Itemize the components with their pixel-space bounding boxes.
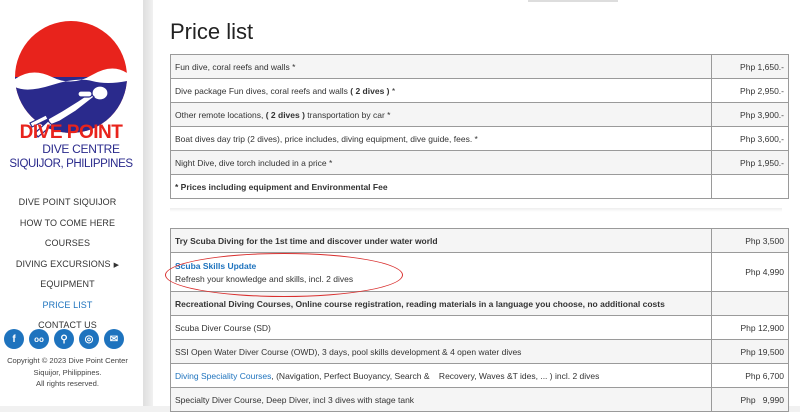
nav-item-how-to-come-here[interactable]: HOW TO COME HERE <box>0 213 135 234</box>
table-cell-desc: Fun dive, coral reefs and walls * <box>170 54 712 79</box>
desc-text: transportation by car * <box>304 109 391 120</box>
table-cell-desc: Other remote locations, ( 2 dives ) tran… <box>170 102 712 127</box>
table-cell-price: Php 4,990 <box>711 252 789 292</box>
sidebar-shadow <box>143 0 153 406</box>
table-cell-price: Php 9,990 <box>711 387 789 412</box>
table-cell-price: Php 19,500 <box>711 339 789 364</box>
logo-location: SIQUIJOR, PHILIPPINES <box>9 158 133 170</box>
main-nav: DIVE POINT SIQUIJOR HOW TO COME HERE COU… <box>0 192 135 336</box>
nav-label: COURSES <box>44 238 91 248</box>
desc-bold: ( 2 dives ) <box>265 109 305 120</box>
nav-item-diving-excursions[interactable]: DIVING EXCURSIONS ▶ <box>0 254 135 275</box>
logo-subtitle: DIVE CENTRE <box>42 142 120 156</box>
table-cell-desc: * Prices including equipment and Environ… <box>170 174 712 199</box>
table-row: Try Scuba Diving for the 1st time and di… <box>170 228 789 253</box>
table-cell-desc: SSI Open Water Diver Course (OWD), 3 day… <box>170 339 712 364</box>
nav-label: DIVING EXCURSIONS <box>15 258 111 269</box>
table-row: Boat dives day trip (2 dives), price inc… <box>170 126 789 151</box>
page-title: Price list <box>170 19 254 44</box>
table-cell-price: Php 6,700 <box>711 363 789 388</box>
facebook-icon[interactable]: f <box>4 329 24 349</box>
copyright-line: Siquijor, Philippines. <box>33 367 102 377</box>
copyright-line: Copyright © 2023 Dive Point Center <box>7 356 128 365</box>
copyright-line: All rights reserved. <box>36 379 99 388</box>
table-cell-desc: Dive package Fun dives, coral reefs and … <box>170 78 712 103</box>
table-cell-price <box>711 291 789 316</box>
table-row: Scuba Skills Update Refresh your knowled… <box>165 252 789 297</box>
diving-speciality-courses-link[interactable]: Diving Speciality Courses <box>175 371 271 381</box>
table-row: Other remote locations, ( 2 dives ) tran… <box>170 102 789 127</box>
nav-item-courses[interactable]: COURSES <box>0 233 135 254</box>
location-pin-icon[interactable]: ⚲ <box>54 329 74 349</box>
table-cell-desc: Scuba Skills Update Refresh your knowled… <box>165 252 712 297</box>
nav-item-equipment[interactable]: EQUIPMENT <box>0 274 135 295</box>
highlight-wrapper: Scuba Skills Update Refresh your knowled… <box>165 252 707 297</box>
table-cell-price: Php 1,950.- <box>711 150 789 175</box>
table-cell-price: Php 1,650.- <box>711 54 789 79</box>
table-row: * Prices including equipment and Environ… <box>170 174 789 199</box>
desc-subtext: Refresh your knowledge and skills, incl.… <box>175 273 354 284</box>
sidebar: DIVE POINT DIVE CENTRE SIQUIJOR, PHILIPP… <box>0 0 143 406</box>
table-cell-desc: Night Dive, dive torch included in a pri… <box>170 150 712 175</box>
email-icon[interactable]: ✉ <box>104 329 124 349</box>
desc-text: , (Navigation, Perfect Buoyancy, Search … <box>271 370 600 381</box>
table-cell-desc: Scuba Diver Course (SD) <box>170 315 712 340</box>
dive-point-logo[interactable]: DIVE POINT DIVE CENTRE SIQUIJOR, PHILIPP… <box>2 15 140 175</box>
table-row: SSI Open Water Diver Course (OWD), 3 day… <box>170 339 789 364</box>
section-divider <box>170 208 782 212</box>
desc-bold: ( 2 dives ) <box>350 85 390 96</box>
table-cell-desc: Specialty Diver Course, Deep Diver, incl… <box>170 387 712 412</box>
nav-label: DIVE POINT SIQUIJOR <box>18 197 117 207</box>
scuba-skills-update-link[interactable]: Scuba Skills Update <box>175 261 256 271</box>
table-cell-price: Php 2,950.- <box>711 78 789 103</box>
table-cell-price: Php 3,900.- <box>711 102 789 127</box>
table-cell-price: Php 12,900 <box>711 315 789 340</box>
tripadvisor-icon[interactable]: oo <box>29 329 49 349</box>
table-cell-price: Php 3,500 <box>711 228 789 253</box>
table-row: Recreational Diving Courses, Online cour… <box>170 291 789 316</box>
nav-label: HOW TO COME HERE <box>19 217 116 228</box>
caret-right-icon: ▶ <box>113 261 120 269</box>
nav-item-dive-point-siquijor[interactable]: DIVE POINT SIQUIJOR <box>0 192 135 213</box>
social-links: f oo ⚲ ◎ ✉ <box>4 329 124 349</box>
table-row: Diving Speciality Courses, (Navigation, … <box>170 363 789 388</box>
table-row: Dive package Fun dives, coral reefs and … <box>170 78 789 103</box>
nav-label: PRICE LIST <box>42 299 93 310</box>
nav-item-price-list[interactable]: PRICE LIST <box>0 295 135 316</box>
copyright: Copyright © 2023 Dive Point Center Siqui… <box>0 355 135 390</box>
table-cell-price <box>711 174 789 199</box>
desc-text: Other remote locations, <box>175 109 266 120</box>
nav-label: EQUIPMENT <box>40 279 95 289</box>
top-bar <box>528 0 618 2</box>
table-cell-desc: Try Scuba Diving for the 1st time and di… <box>170 228 712 253</box>
table-cell-desc: Diving Speciality Courses, (Navigation, … <box>170 363 712 388</box>
instagram-icon[interactable]: ◎ <box>79 329 99 349</box>
table-row: Fun dive, coral reefs and walls * Php 1,… <box>170 54 789 79</box>
table-row: Night Dive, dive torch included in a pri… <box>170 150 789 175</box>
price-table-courses: Try Scuba Diving for the 1st time and di… <box>165 228 789 412</box>
table-row: Specialty Diver Course, Deep Diver, incl… <box>170 387 789 412</box>
desc-text: Dive package Fun dives, coral reefs and … <box>175 85 351 96</box>
main-content: Price list Fun dive, coral reefs and wal… <box>153 0 800 412</box>
table-cell-desc: Recreational Diving Courses, Online cour… <box>170 291 712 316</box>
table-cell-price: Php 3,600,- <box>711 126 789 151</box>
table-cell-desc: Boat dives day trip (2 dives), price inc… <box>170 126 712 151</box>
desc-text: * <box>389 85 396 96</box>
logo-title: DIVE POINT <box>20 122 124 143</box>
price-table-dives: Fun dive, coral reefs and walls * Php 1,… <box>170 54 789 199</box>
table-row: Scuba Diver Course (SD) Php 12,900 <box>170 315 789 340</box>
